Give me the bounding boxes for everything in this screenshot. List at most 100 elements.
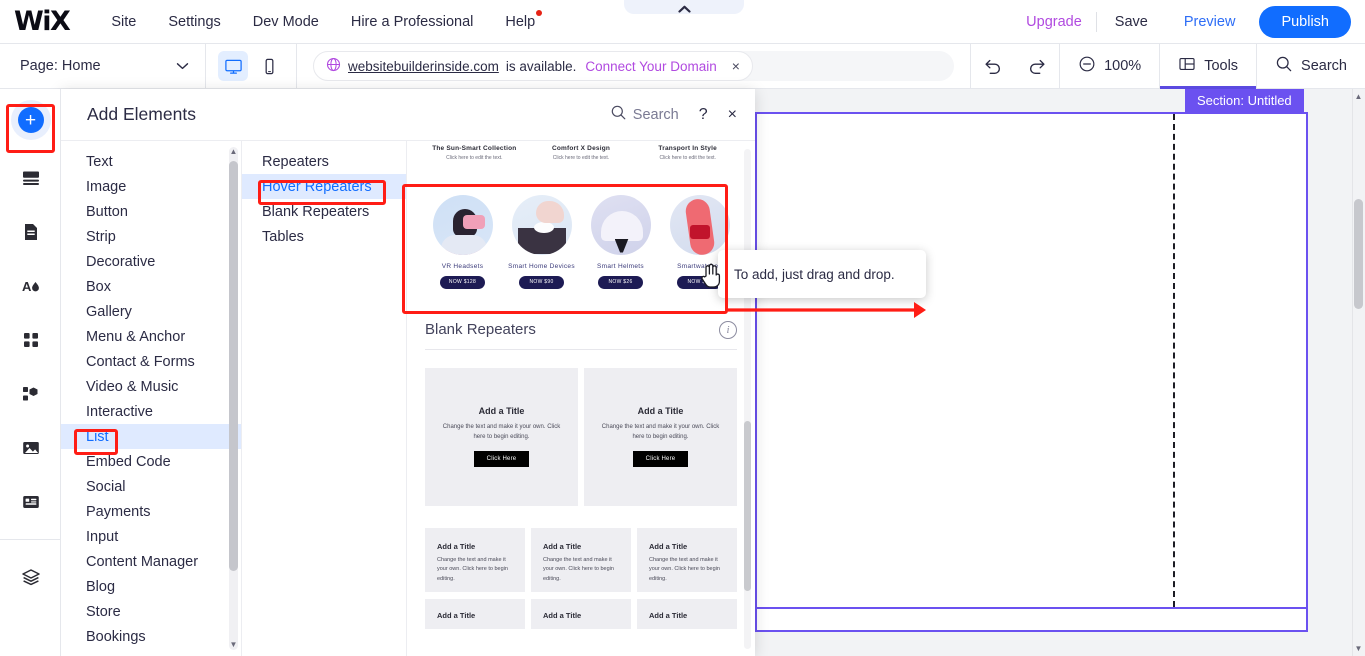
redo-button[interactable] bbox=[1015, 44, 1059, 89]
mobile-view-button[interactable] bbox=[254, 51, 284, 81]
blank-repeater-card[interactable]: Add a Title bbox=[425, 598, 525, 629]
category-item-strip[interactable]: Strip bbox=[61, 224, 241, 249]
zoom-control[interactable]: 100% bbox=[1060, 44, 1159, 89]
scroll-down-arrow-icon[interactable]: ▼ bbox=[1354, 644, 1363, 653]
sections-icon bbox=[22, 171, 39, 185]
section-label[interactable]: Section: Untitled bbox=[1185, 89, 1304, 112]
category-scrollbar[interactable]: ▲ ▼ bbox=[229, 147, 238, 650]
sidebar-item-my-business[interactable] bbox=[0, 367, 61, 421]
connect-your-domain-link[interactable]: Connect Your Domain bbox=[585, 59, 716, 74]
sidebar-item-content-manager[interactable] bbox=[0, 475, 61, 529]
media-icon bbox=[22, 442, 39, 454]
subcategory-item-tables[interactable]: Tables bbox=[242, 224, 406, 249]
scroll-up-arrow-icon[interactable]: ▲ bbox=[1354, 92, 1363, 101]
subcategory-item-repeaters[interactable]: Repeaters bbox=[242, 149, 406, 174]
hover-card-button[interactable]: NOW $128 bbox=[440, 275, 485, 289]
domain-name[interactable]: websitebuilderinside.com bbox=[348, 59, 499, 74]
hover-card-label: Smart Home Devices bbox=[508, 262, 575, 270]
category-item-list[interactable]: List bbox=[61, 424, 241, 449]
blank-repeater-card[interactable]: Add a Title bbox=[531, 598, 631, 629]
sidebar-item-apps[interactable] bbox=[0, 313, 61, 367]
view-mode-switch bbox=[206, 51, 296, 81]
publish-button[interactable]: Publish bbox=[1259, 5, 1351, 38]
globe-icon bbox=[326, 57, 341, 75]
category-item-text[interactable]: Text bbox=[61, 149, 241, 174]
hover-card-button[interactable]: NOW $26 bbox=[598, 275, 643, 289]
nav-item-dev-mode[interactable]: Dev Mode bbox=[237, 8, 335, 36]
canvas-scrollbar-track[interactable]: ▲ ▼ bbox=[1352, 89, 1365, 656]
hover-repeater-preview[interactable]: VR Headsets NOW $128 Smart Home Devices … bbox=[423, 180, 739, 299]
card-button[interactable]: Click Here bbox=[632, 451, 689, 468]
hover-card-smart-home-devices[interactable]: Smart Home Devices NOW $90 bbox=[506, 194, 578, 289]
sidebar-item-pages[interactable] bbox=[0, 205, 61, 259]
nav-item-site[interactable]: Site bbox=[95, 8, 152, 36]
category-item-video-and-music[interactable]: Video & Music bbox=[61, 374, 241, 399]
collapse-toolbar-tab[interactable] bbox=[624, 0, 744, 14]
hover-card-button[interactable]: NOW $90 bbox=[519, 275, 564, 289]
subcategory-item-hover-repeaters[interactable]: Hover Repeaters bbox=[242, 174, 406, 199]
save-button[interactable]: Save bbox=[1097, 8, 1166, 36]
subcategory-item-blank-repeaters[interactable]: Blank Repeaters bbox=[242, 199, 406, 224]
upgrade-button[interactable]: Upgrade bbox=[1012, 8, 1096, 36]
category-item-social[interactable]: Social bbox=[61, 474, 241, 499]
blank-repeater-card[interactable]: Add a Title Change the text and make it … bbox=[637, 527, 737, 592]
repeater-preview-cell[interactable]: Comfort X Design Click here to edit the … bbox=[528, 145, 635, 163]
repeater-title: Transport In Style bbox=[658, 145, 717, 152]
card-button[interactable]: Click Here bbox=[473, 451, 530, 468]
sidebar-item-layers[interactable] bbox=[0, 550, 61, 604]
mobile-icon bbox=[265, 58, 273, 74]
category-item-embed-code[interactable]: Embed Code bbox=[61, 449, 241, 474]
nav-item-help[interactable]: Help bbox=[489, 8, 551, 36]
category-item-contact-and-forms[interactable]: Contact & Forms bbox=[61, 349, 241, 374]
zoom-out-icon[interactable] bbox=[1078, 55, 1096, 77]
nav-item-hire-a-professional[interactable]: Hire a Professional bbox=[335, 8, 490, 36]
preview-button[interactable]: Preview bbox=[1166, 8, 1254, 36]
category-item-content-manager[interactable]: Content Manager bbox=[61, 549, 241, 574]
category-item-input[interactable]: Input bbox=[61, 524, 241, 549]
scroll-down-arrow-icon[interactable]: ▼ bbox=[229, 641, 238, 649]
sidebar-item-add-elements[interactable]: + bbox=[0, 89, 61, 151]
help-button[interactable]: ? bbox=[699, 106, 708, 124]
category-item-image[interactable]: Image bbox=[61, 174, 241, 199]
category-item-blog[interactable]: Blog bbox=[61, 574, 241, 599]
page-stage[interactable] bbox=[755, 112, 1308, 632]
blank-repeater-card[interactable]: Add a Title Change the text and make it … bbox=[425, 527, 525, 592]
page-selector[interactable]: Page: Home bbox=[0, 44, 205, 88]
category-item-store[interactable]: Store bbox=[61, 599, 241, 624]
nav-item-settings[interactable]: Settings bbox=[152, 8, 236, 36]
panel-search-button[interactable]: Search bbox=[610, 104, 679, 125]
category-item-gallery[interactable]: Gallery bbox=[61, 299, 241, 324]
blank-repeater-card[interactable]: Add a Title bbox=[637, 598, 737, 629]
card-title: Add a Title bbox=[437, 541, 476, 551]
hover-card-smart-helmets[interactable]: Smart Helmets NOW $26 bbox=[585, 194, 657, 289]
blank-repeater-card[interactable]: Add a Title Change the text and make it … bbox=[584, 367, 737, 506]
category-item-button[interactable]: Button bbox=[61, 199, 241, 224]
category-item-menu-and-anchor[interactable]: Menu & Anchor bbox=[61, 324, 241, 349]
scroll-up-arrow-icon[interactable]: ▲ bbox=[229, 148, 238, 156]
category-item-decorative[interactable]: Decorative bbox=[61, 249, 241, 274]
hover-card-vr-headsets[interactable]: VR Headsets NOW $128 bbox=[427, 194, 499, 289]
desktop-view-button[interactable] bbox=[218, 51, 248, 81]
canvas-scrollbar-thumb[interactable] bbox=[1354, 199, 1363, 309]
category-item-interactive[interactable]: Interactive bbox=[61, 399, 241, 424]
panel-close-button[interactable]: × bbox=[728, 106, 737, 124]
sidebar-item-media[interactable] bbox=[0, 421, 61, 475]
category-scroll-thumb[interactable] bbox=[229, 161, 238, 571]
sidebar-item-sections[interactable] bbox=[0, 151, 61, 205]
category-item-payments[interactable]: Payments bbox=[61, 499, 241, 524]
smart-helmet-image bbox=[590, 194, 651, 255]
tools-button[interactable]: Tools bbox=[1160, 44, 1256, 89]
blank-repeater-card[interactable]: Add a Title Change the text and make it … bbox=[531, 527, 631, 592]
repeater-preview-cell[interactable]: The Sun-Smart Collection Click here to e… bbox=[421, 145, 528, 163]
repeater-preview-cell[interactable]: Transport In Style Click here to edit th… bbox=[634, 145, 741, 163]
search-button[interactable]: Search bbox=[1257, 44, 1365, 89]
category-item-box[interactable]: Box bbox=[61, 274, 241, 299]
sidebar-item-site-theme[interactable]: A bbox=[0, 259, 61, 313]
category-item-bookings[interactable]: Bookings bbox=[61, 624, 241, 649]
domain-pill[interactable]: websitebuilderinside.com is available. C… bbox=[313, 51, 753, 81]
undo-button[interactable] bbox=[971, 44, 1015, 89]
preview-scrollbar-thumb[interactable] bbox=[744, 421, 751, 591]
wix-logo[interactable]: WiX bbox=[14, 8, 71, 35]
close-icon[interactable]: × bbox=[732, 59, 740, 73]
blank-repeater-card[interactable]: Add a Title Change the text and make it … bbox=[425, 367, 578, 506]
